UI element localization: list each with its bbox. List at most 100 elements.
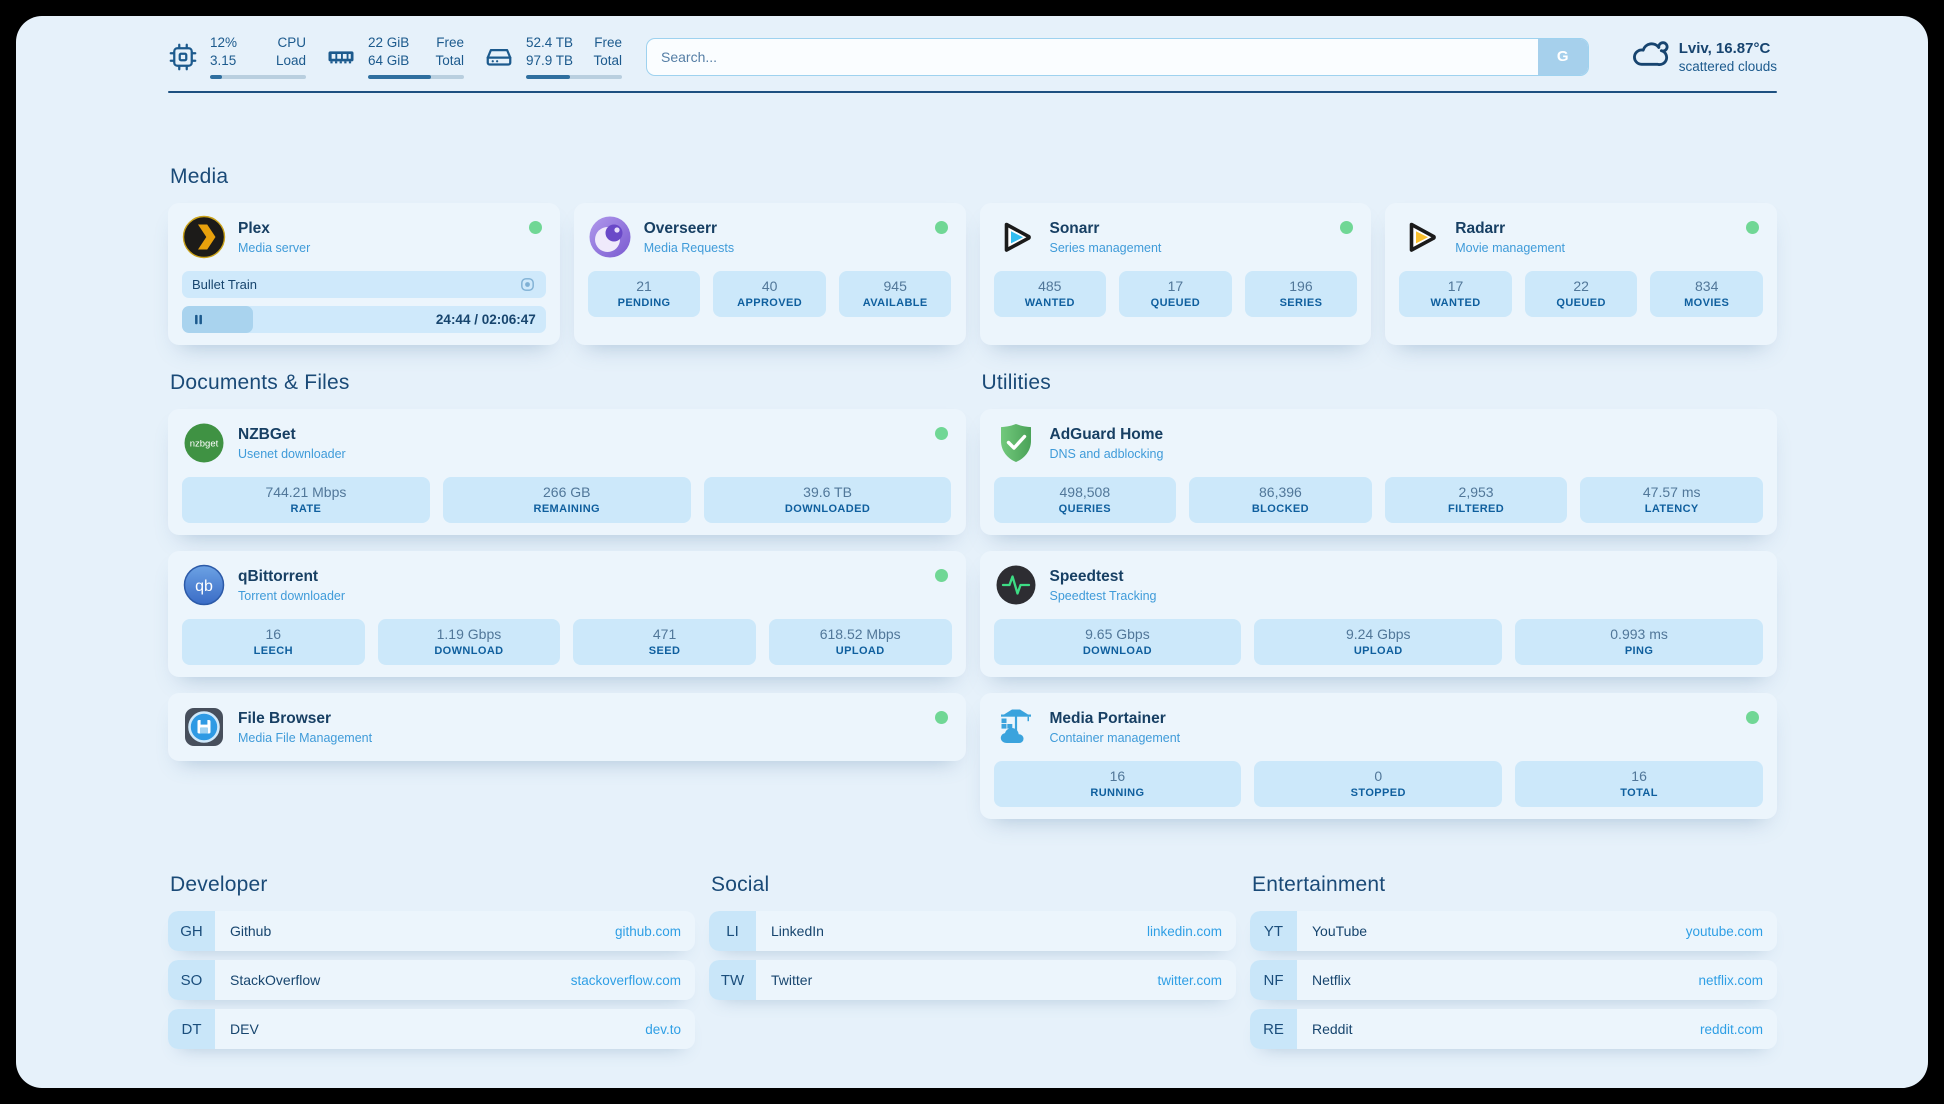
link-dev[interactable]: DTDEVdev.to [168, 1009, 695, 1049]
documents-cards: nzbgetNZBGetUsenet downloader744.21 Mbps… [168, 409, 966, 761]
card-sonarr[interactable]: SonarrSeries management485WANTED17QUEUED… [980, 203, 1372, 345]
cloud-icon [1629, 34, 1669, 79]
stat-box-value: 9.24 Gbps [1260, 626, 1496, 642]
now-playing-icon[interactable] [519, 276, 536, 293]
status-dot [1746, 711, 1759, 724]
link-group-developer: DeveloperGHGithubgithub.comSOStackOverfl… [168, 873, 695, 1049]
stat-box-available: 945AVAILABLE [839, 271, 952, 317]
section-title-social: Social [711, 873, 1236, 897]
card-adguard-home[interactable]: AdGuard HomeDNS and adblocking498,508QUE… [980, 409, 1778, 535]
stat-progress-fill [526, 75, 570, 79]
card-nzbget[interactable]: nzbgetNZBGetUsenet downloader744.21 Mbps… [168, 409, 966, 535]
link-youtube[interactable]: YTYouTubeyoutube.com [1250, 911, 1777, 951]
card-overseerr[interactable]: OverseerrMedia Requests21PENDING40APPROV… [574, 203, 966, 345]
section-documents: Documents & Files nzbgetNZBGetUsenet dow… [168, 371, 966, 819]
link-url: linkedin.com [1147, 924, 1222, 939]
stat-box-label: SERIES [1251, 297, 1352, 309]
search-input[interactable] [647, 39, 1538, 75]
card-subtitle: Torrent downloader [238, 589, 345, 603]
link-abbr: GH [168, 911, 215, 951]
stat-box-value: 16 [1000, 768, 1236, 784]
link-linkedin[interactable]: LILinkedInlinkedin.com [709, 911, 1236, 951]
svg-text:qb: qb [195, 578, 213, 595]
search-bar: G [646, 38, 1589, 76]
link-url: netflix.com [1698, 973, 1763, 988]
stat-box-label: MOVIES [1656, 297, 1757, 309]
link-stackoverflow[interactable]: SOStackOverflowstackoverflow.com [168, 960, 695, 1000]
stat-box-value: 47.57 ms [1586, 484, 1757, 500]
search-provider-button[interactable]: G [1538, 39, 1588, 75]
status-dot [1340, 221, 1353, 234]
status-dot [529, 221, 542, 234]
stat-label: Total [435, 52, 464, 70]
stat-box-value: 196 [1251, 278, 1352, 294]
middle-columns: Documents & Files nzbgetNZBGetUsenet dow… [168, 371, 1777, 819]
stat-box-label: AVAILABLE [845, 297, 946, 309]
stat-box-label: QUEUED [1531, 297, 1632, 309]
card-title: Media Portainer [1050, 709, 1181, 728]
card-title: Overseerr [644, 219, 734, 238]
stat-progress-fill [368, 75, 431, 79]
stat-box-ping: 0.993 msPING [1515, 619, 1763, 665]
stat-box-queries: 498,508QUERIES [994, 477, 1177, 523]
card-qbittorrent[interactable]: qbqBittorrentTorrent downloader16LEECH1.… [168, 551, 966, 677]
stat-labels: FreeTotal [593, 34, 622, 69]
link-twitter[interactable]: TWTwittertwitter.com [709, 960, 1236, 1000]
stat-label: Total [593, 52, 622, 70]
stat-value: 12% [210, 34, 237, 52]
stat-box-value: 0 [1260, 768, 1496, 784]
stat-value: 52.4 TB [526, 34, 573, 52]
link-abbr: DT [168, 1009, 215, 1049]
card-file-browser[interactable]: File BrowserMedia File Management [168, 693, 966, 761]
dashboard-page: 12%3.15CPULoad22 GiB64 GiBFreeTotal52.4 … [16, 16, 1928, 1088]
stat-box-label: LEECH [188, 645, 359, 657]
stat-box-blocked: 86,396BLOCKED [1189, 477, 1372, 523]
stat-box-label: WANTED [1000, 297, 1101, 309]
radarr-icon [1399, 215, 1443, 259]
stat-values: 22 GiB64 GiB [368, 34, 409, 69]
card-title: Plex [238, 219, 310, 238]
card-radarr[interactable]: RadarrMovie management17WANTED22QUEUED83… [1385, 203, 1777, 345]
link-name: DEV [230, 1021, 259, 1037]
stat-box-label: UPLOAD [1260, 645, 1496, 657]
stat-box-label: SEED [579, 645, 750, 657]
sonarr-icon [994, 215, 1038, 259]
link-url: twitter.com [1157, 973, 1222, 988]
stat-box-value: 17 [1405, 278, 1506, 294]
system-stat-disk: 52.4 TB97.9 TBFreeTotal [484, 34, 622, 78]
stat-box-upload: 9.24 Gbps UPLOAD [1254, 619, 1502, 665]
link-name: YouTube [1312, 923, 1367, 939]
card-speedtest[interactable]: SpeedtestSpeedtest Tracking9.65 GbpsDOWN… [980, 551, 1778, 677]
section-title-media: Media [170, 165, 1777, 189]
link-reddit[interactable]: RERedditreddit.com [1250, 1009, 1777, 1049]
cpu-icon [168, 42, 198, 72]
stat-labels: CPULoad [276, 34, 306, 69]
card-subtitle: Movie management [1455, 241, 1565, 255]
weather-location-temp: Lviv, 16.87°C [1679, 39, 1777, 59]
app-frame: 12%3.15CPULoad22 GiB64 GiBFreeTotal52.4 … [0, 0, 1944, 1104]
qbittorrent-icon: qb [182, 563, 226, 607]
stat-box-movies: 834MOVIES [1650, 271, 1763, 317]
stat-box-approved: 40APPROVED [713, 271, 826, 317]
stat-box-label: TOTAL [1521, 787, 1757, 799]
playback-time: 24:44 / 02:06:47 [436, 312, 536, 327]
link-netflix[interactable]: NFNetflixnetflix.com [1250, 960, 1777, 1000]
section-title-utilities: Utilities [982, 371, 1778, 395]
stat-progressbar [210, 75, 306, 79]
link-name: Reddit [1312, 1021, 1352, 1037]
stat-box-value: 39.6 TB [710, 484, 946, 500]
stat-box-value: 9.65 Gbps [1000, 626, 1236, 642]
stat-values: 12%3.15 [210, 34, 237, 69]
card-plex[interactable]: PlexMedia serverBullet Train24:44 / 02:0… [168, 203, 560, 345]
link-name: Twitter [771, 972, 812, 988]
top-bar: 12%3.15CPULoad22 GiB64 GiBFreeTotal52.4 … [168, 34, 1777, 79]
ram-icon [326, 42, 356, 72]
stat-box-downloaded: 39.6 TBDOWNLOADED [704, 477, 952, 523]
track-title: Bullet Train [192, 277, 257, 292]
card-media-portainer[interactable]: Media PortainerContainer management16RUN… [980, 693, 1778, 819]
stat-box-label: DOWNLOAD [1000, 645, 1236, 657]
playback-progressbar: 24:44 / 02:06:47 [182, 306, 546, 333]
link-github[interactable]: GHGithubgithub.com [168, 911, 695, 951]
now-playing: Bullet Train 24:44 / 02:06:47 [182, 271, 546, 333]
overseerr-icon [588, 215, 632, 259]
